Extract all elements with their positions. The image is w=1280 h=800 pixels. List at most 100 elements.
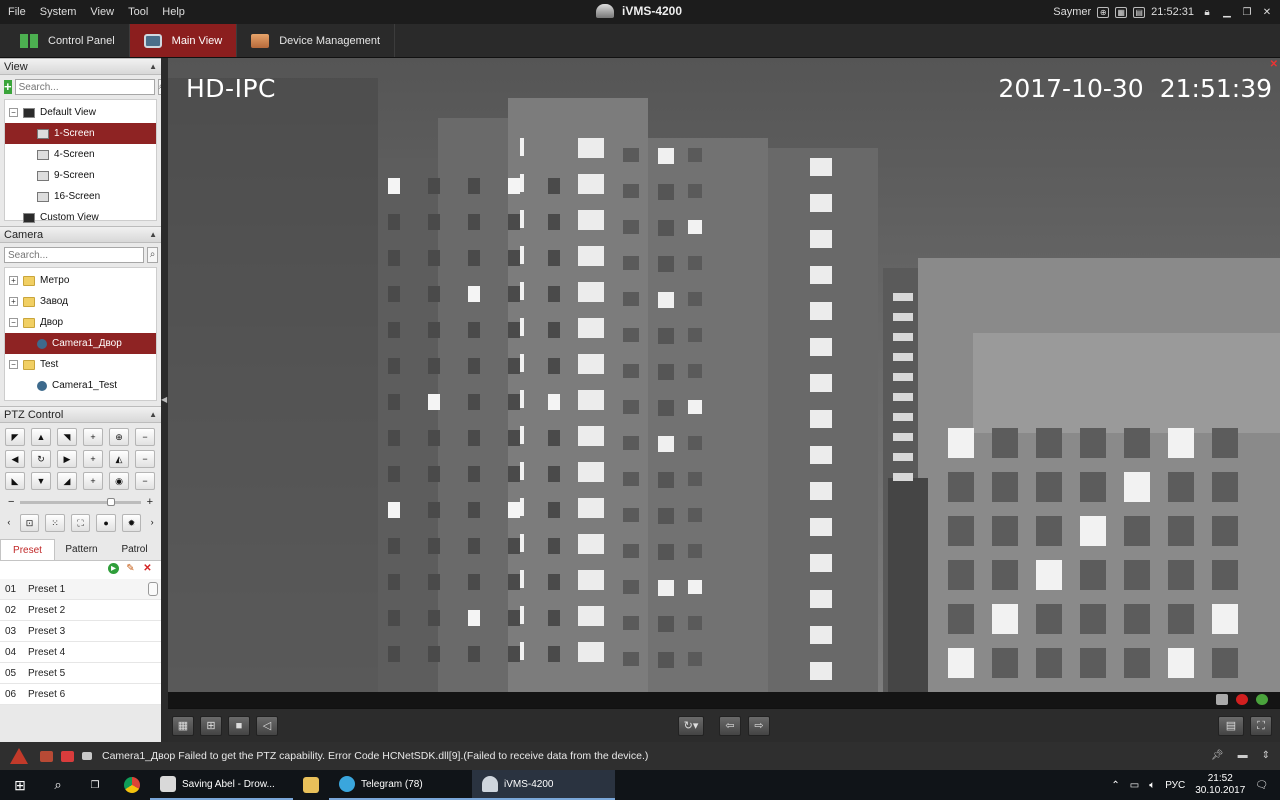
speed-track[interactable] — [20, 497, 141, 506]
expand-toggle-icon[interactable]: − — [9, 360, 18, 369]
tree-node[interactable]: 9-Screen — [5, 165, 156, 186]
pan-up-right-button[interactable]: ◥ — [57, 428, 77, 446]
iris-close-button[interactable]: − — [135, 472, 155, 490]
pan-down-left-button[interactable]: ◣ — [5, 472, 25, 490]
view-section-header[interactable]: View ▲ — [0, 58, 161, 75]
refresh-icon[interactable] — [1256, 694, 1268, 705]
volume-icon[interactable]: 🔈︎ — [1149, 780, 1155, 791]
menu-system[interactable]: System — [33, 6, 84, 18]
alarm-icon[interactable] — [40, 750, 53, 762]
preset-scrollbar[interactable] — [148, 582, 158, 596]
task-view-button[interactable]: ❐ — [76, 770, 114, 800]
pan-up-left-button[interactable]: ◤ — [5, 428, 25, 446]
pan-left-button[interactable]: ◀ — [5, 450, 25, 468]
previous-page-icon[interactable]: ⇦ — [719, 716, 741, 736]
speed-knob[interactable] — [106, 497, 115, 506]
expand-icon[interactable]: ⇕ — [1262, 750, 1270, 761]
tree-node[interactable]: + Метро — [5, 270, 156, 291]
sequence-icon[interactable]: ↻▾ — [678, 716, 704, 736]
tree-node[interactable]: + Завод — [5, 291, 156, 312]
preset-row[interactable]: 03 Preset 3 — [0, 621, 161, 642]
collapse-up-icon[interactable]: ▲ — [149, 62, 157, 71]
expand-toggle-icon[interactable]: + — [9, 276, 18, 285]
disk-icon[interactable]: ▤ — [1133, 6, 1146, 18]
camera-section-header[interactable]: Camera ▲ — [0, 226, 161, 243]
tree-node[interactable]: − Двор — [5, 312, 156, 333]
fullscreen-ptz-icon[interactable]: ⛶ — [70, 514, 91, 532]
scroll-right-icon[interactable]: › — [147, 514, 157, 532]
call-preset-icon[interactable]: ▸ — [108, 563, 119, 574]
view-layout-icon[interactable]: ▦ — [172, 716, 194, 736]
minimize-icon[interactable]: ▁ — [1220, 7, 1234, 18]
tree-node[interactable]: 1-Screen — [5, 123, 156, 144]
tab-control-panel[interactable]: Control Panel — [6, 24, 130, 57]
3d-position-icon[interactable]: ⊡ — [19, 514, 40, 532]
speaker-icon[interactable] — [82, 752, 92, 760]
volume-icon[interactable]: ◁ — [256, 716, 278, 736]
scroll-left-icon[interactable]: ‹ — [4, 514, 14, 532]
maximize-icon[interactable]: ❐ — [1240, 7, 1254, 18]
clear-icon[interactable]: ▬ — [1238, 750, 1248, 761]
window-mode-icon[interactable]: ▤ — [1218, 716, 1244, 736]
preset-row[interactable]: 01 Preset 1 — [0, 579, 161, 600]
network-icon[interactable]: ▭ — [1130, 780, 1139, 791]
chrome-button[interactable] — [114, 770, 150, 800]
taskbar-app-telegram[interactable]: Telegram (78) — [329, 770, 472, 800]
light-icon[interactable]: ⁙ — [45, 514, 65, 532]
speed-increase-button[interactable]: + — [147, 496, 153, 508]
focus-near-button[interactable]: + — [83, 450, 103, 468]
screen-split-icon[interactable]: ⊞ — [200, 716, 222, 736]
lock-icon[interactable]: 🔒︎ — [1200, 7, 1214, 18]
menu-view[interactable]: View — [83, 6, 121, 18]
zoom-out-button[interactable]: − — [135, 428, 155, 446]
tree-node[interactable]: − Default View — [5, 102, 156, 123]
focus-icon[interactable]: ◭ — [109, 450, 129, 468]
expand-toggle-icon[interactable]: − — [9, 318, 18, 327]
tree-node[interactable]: 16-Screen — [5, 186, 156, 207]
warning-icon[interactable] — [10, 748, 28, 764]
tab-device-management[interactable]: Device Management — [237, 24, 396, 57]
speed-decrease-button[interactable]: − — [8, 496, 14, 508]
stop-all-icon[interactable]: ■ — [228, 716, 250, 736]
pin-icon[interactable]: 📌︎ — [1211, 750, 1224, 761]
tab-pattern[interactable]: Pattern — [55, 539, 108, 560]
tab-preset[interactable]: Preset — [0, 539, 55, 560]
panel-collapse-handle[interactable]: ◀ — [161, 58, 168, 742]
preset-row[interactable]: 05 Preset 5 — [0, 663, 161, 684]
preset-row[interactable]: 06 Preset 6 — [0, 684, 161, 705]
record-icon[interactable] — [1236, 694, 1248, 705]
pan-right-button[interactable]: ▶ — [57, 450, 77, 468]
camera-alarm-icon[interactable] — [61, 750, 74, 762]
auto-scan-button[interactable]: ↻ — [31, 450, 51, 468]
close-window-icon[interactable]: ✕ — [1270, 59, 1278, 70]
language-indicator[interactable]: РУС — [1165, 780, 1185, 791]
pan-up-button[interactable]: ▲ — [31, 428, 51, 446]
taskbar-clock[interactable]: 21:52 30.10.2017 — [1195, 773, 1245, 797]
menu-help[interactable]: Help — [155, 6, 192, 18]
iris-open-button[interactable]: + — [83, 472, 103, 490]
camera-search-input[interactable] — [4, 247, 144, 263]
taskbar-app-music[interactable]: Saving Abel - Drow... — [150, 770, 293, 800]
tree-node[interactable]: Camera1_Test — [5, 375, 156, 396]
edit-preset-icon[interactable]: ✎ — [125, 563, 136, 574]
tree-node[interactable]: Camera1_Двор — [5, 333, 156, 354]
zoom-icon[interactable]: ⊕ — [109, 428, 129, 446]
delete-preset-icon[interactable]: ✕ — [142, 563, 153, 574]
keyboard-icon[interactable]: ▦ — [1115, 6, 1128, 18]
preset-row[interactable]: 04 Preset 4 — [0, 642, 161, 663]
collapse-left-icon[interactable]: ◀ — [161, 395, 167, 404]
iris-icon[interactable]: ◉ — [109, 472, 129, 490]
start-button[interactable]: ⊞ — [0, 770, 40, 800]
pan-down-button[interactable]: ▼ — [31, 472, 51, 490]
add-view-icon[interactable]: + — [4, 80, 12, 94]
preset-row[interactable]: 02 Preset 2 — [0, 600, 161, 621]
menu-file[interactable]: File — [0, 6, 33, 18]
tab-main-view[interactable]: Main View — [129, 24, 238, 57]
tray-expand-icon[interactable]: ⌃ — [1111, 780, 1119, 791]
menu-tool[interactable]: Tool — [121, 6, 155, 18]
globe-icon[interactable]: ⊕ — [1097, 6, 1110, 18]
next-page-icon[interactable]: ⇨ — [748, 716, 770, 736]
tab-patrol[interactable]: Patrol — [108, 539, 161, 560]
close-icon[interactable]: ✕ — [1260, 7, 1274, 18]
focus-far-button[interactable]: − — [135, 450, 155, 468]
